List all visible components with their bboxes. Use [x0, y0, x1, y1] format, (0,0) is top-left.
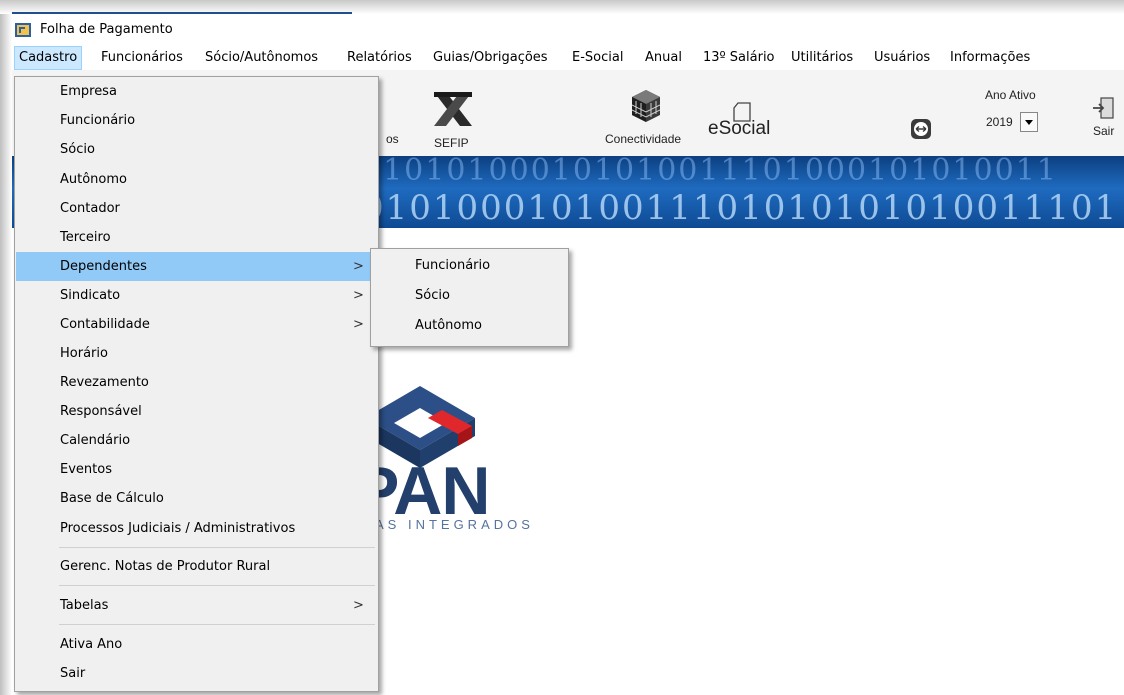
remote-access-button[interactable] [910, 118, 932, 140]
ano-ativo-select[interactable]: 2019 [982, 112, 1040, 132]
menu-item-calendario[interactable]: Calendário [16, 426, 377, 455]
window-title: Folha de Pagamento [40, 22, 173, 37]
menu-e-social[interactable]: E-Social [572, 46, 623, 70]
cadastro-menu: Empresa Funcionário Sócio Autônomo Conta… [14, 76, 379, 692]
exit-door-icon [1093, 97, 1114, 119]
esocial-button[interactable]: eSocial [708, 78, 788, 148]
sefip-label: SEFIP [434, 136, 469, 150]
menu-item-empresa[interactable]: Empresa [16, 77, 377, 106]
banner-binary-line-1: 010101000101010011101000101010011 [362, 156, 1058, 188]
app-icon [15, 23, 31, 37]
menu-separator [59, 547, 375, 548]
window-shadow-left [0, 0, 12, 695]
chevron-right-icon: > [353, 259, 364, 274]
menu-item-tabelas[interactable]: Tabelas > [16, 591, 377, 620]
menu-guias-obrigacoes[interactable]: Guias/Obrigações [433, 46, 548, 70]
menu-item-horario[interactable]: Horário [16, 339, 377, 368]
menu-item-gerenc-notas-produtor-rural[interactable]: Gerenc. Notas de Produtor Rural [16, 552, 377, 581]
submenu-item-socio[interactable]: Sócio [372, 281, 567, 311]
submenu-item-funcionario[interactable]: Funcionário [372, 251, 567, 281]
app-frame: Folha de Pagamento Cadastro Funcionários… [0, 0, 1124, 695]
menu-item-revezamento[interactable]: Revezamento [16, 368, 377, 397]
menu-item-eventos[interactable]: Eventos [16, 455, 377, 484]
menu-cadastro[interactable]: Cadastro [14, 46, 83, 70]
menu-item-sindicato[interactable]: Sindicato > [16, 281, 377, 310]
menu-usuarios[interactable]: Usuários [874, 46, 930, 70]
dependentes-submenu: Funcionário Sócio Autônomo [370, 248, 569, 347]
chevron-down-icon[interactable] [1020, 112, 1038, 132]
menu-item-responsavel[interactable]: Responsável [16, 397, 377, 426]
menu-informacoes[interactable]: Informações [950, 46, 1030, 70]
menu-item-ativa-ano[interactable]: Ativa Ano [16, 630, 377, 659]
menu-item-autonomo[interactable]: Autônomo [16, 165, 377, 194]
menu-item-contador[interactable]: Contador [16, 194, 377, 223]
ano-ativo-value: 2019 [986, 115, 1013, 129]
banner-binary-line-2: 01010001010011101010101010011101 [362, 188, 1119, 228]
menu-item-funcionario[interactable]: Funcionário [16, 106, 377, 135]
submenu-item-autonomo[interactable]: Autônomo [372, 311, 567, 341]
menu-item-contabilidade[interactable]: Contabilidade > [16, 310, 377, 339]
menu-socio-autonomos[interactable]: Sócio/Autônomos [205, 46, 318, 70]
menu-bar: Cadastro Funcionários Sócio/Autônomos Re… [12, 46, 1124, 70]
chevron-right-icon: > [353, 317, 364, 332]
menu-relatorios[interactable]: Relatórios [347, 46, 412, 70]
esocial-label: eSocial [708, 118, 771, 139]
ano-ativo-label: Ano Ativo [985, 88, 1036, 102]
title-bar: Folha de Pagamento [12, 14, 1124, 46]
menu-item-socio[interactable]: Sócio [16, 135, 377, 164]
menu-utilitarios[interactable]: Utilitários [791, 46, 853, 70]
menu-separator [59, 585, 375, 586]
toolbar-partial-label[interactable]: os [386, 132, 399, 146]
sair-label: Sair [1093, 124, 1115, 138]
conectividade-button[interactable]: Conectividade [602, 78, 692, 148]
menu-anual[interactable]: Anual [645, 46, 682, 70]
menu-funcionarios[interactable]: Funcionários [101, 46, 183, 70]
logo-subtext: AS INTEGRADOS [375, 517, 534, 532]
menu-item-terceiro[interactable]: Terceiro [16, 223, 377, 252]
chevron-right-icon: > [353, 288, 364, 303]
menu-separator [59, 624, 375, 625]
menu-13-salario[interactable]: 13º Salário [703, 46, 775, 70]
remote-access-icon [911, 119, 931, 139]
sefip-icon [434, 92, 472, 126]
sefip-button[interactable]: SEFIP [427, 78, 487, 150]
sair-button[interactable]: Sair [1088, 94, 1124, 146]
conectividade-label: Conectividade [605, 132, 682, 146]
menu-item-sair[interactable]: Sair [16, 659, 377, 688]
menu-item-dependentes[interactable]: Dependentes > [16, 252, 377, 281]
menu-item-base-de-calculo[interactable]: Base de Cálculo [16, 484, 377, 513]
chevron-right-icon: > [353, 598, 364, 613]
conectividade-icon [632, 90, 660, 122]
menu-item-processos-judiciais[interactable]: Processos Judiciais / Administrativos [16, 514, 377, 543]
